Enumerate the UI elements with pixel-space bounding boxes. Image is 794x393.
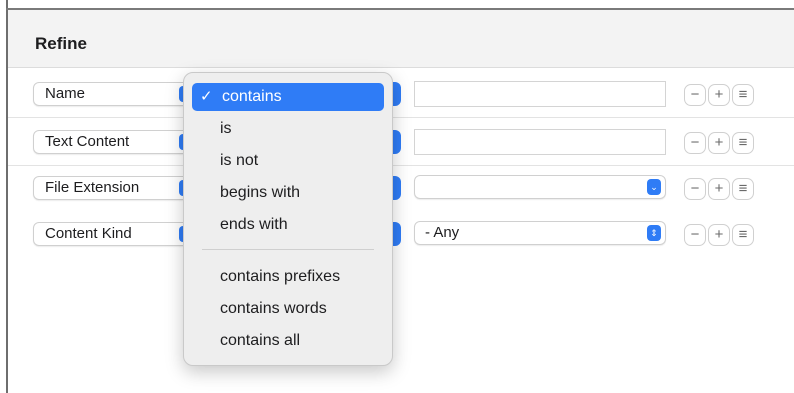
menu-item-label: is not bbox=[220, 152, 259, 169]
value-select-label: - Any bbox=[425, 224, 460, 241]
field-popup-file-extension[interactable]: File Extension ⇕ bbox=[33, 176, 198, 200]
menu-item-label: contains words bbox=[220, 300, 327, 317]
refine-header: Refine bbox=[8, 10, 794, 68]
remove-row-button[interactable]: − bbox=[684, 132, 706, 154]
add-row-button[interactable]: + bbox=[708, 178, 730, 200]
menu-item-is-not[interactable]: is not bbox=[192, 147, 384, 175]
criteria-row: Name ⇕ − + ≡ bbox=[8, 70, 794, 118]
row-options-button[interactable]: ≡ bbox=[732, 224, 754, 246]
menu-item-contains-prefixes[interactable]: contains prefixes bbox=[192, 263, 384, 291]
criteria-row: Text Content ⇕ − + ≡ bbox=[8, 118, 794, 166]
row-options-button[interactable]: ≡ bbox=[732, 178, 754, 200]
menu-item-label: begins with bbox=[220, 184, 301, 201]
field-popup-name[interactable]: Name ⇕ bbox=[33, 82, 198, 106]
menu-item-label: contains prefixes bbox=[220, 268, 341, 285]
menu-item-contains-all[interactable]: contains all bbox=[192, 327, 384, 355]
value-field-name[interactable] bbox=[414, 81, 666, 107]
menu-item-label: contains all bbox=[220, 332, 301, 349]
operator-dropdown-menu: ✓ contains is is not begins with ends wi… bbox=[183, 72, 393, 366]
value-field-text-content[interactable] bbox=[414, 129, 666, 155]
updown-chevron-icon: ⇕ bbox=[647, 225, 661, 241]
row-options-button[interactable]: ≡ bbox=[732, 84, 754, 106]
criteria-row: File Extension ⇕ ⌄ − + ≡ bbox=[8, 166, 794, 214]
row-options-button[interactable]: ≡ bbox=[732, 132, 754, 154]
menu-item-is[interactable]: is bbox=[192, 115, 384, 143]
field-popup-text-content[interactable]: Text Content ⇕ bbox=[33, 130, 198, 154]
remove-row-button[interactable]: − bbox=[684, 224, 706, 246]
add-row-button[interactable]: + bbox=[708, 132, 730, 154]
field-popup-label: Content Kind bbox=[45, 225, 132, 242]
menu-item-begins-with[interactable]: begins with bbox=[192, 179, 384, 207]
value-select-content-kind[interactable]: - Any ⇕ bbox=[414, 221, 666, 245]
menu-item-ends-with[interactable]: ends with bbox=[192, 211, 384, 239]
page-title: Refine bbox=[35, 34, 87, 53]
value-select-file-extension[interactable]: ⌄ bbox=[414, 175, 666, 199]
field-popup-content-kind[interactable]: Content Kind ⇕ bbox=[33, 222, 198, 246]
menu-item-contains[interactable]: ✓ contains bbox=[192, 83, 384, 111]
add-row-button[interactable]: + bbox=[708, 224, 730, 246]
criteria-row: Content Kind ⇕ - Any ⇕ − + ≡ bbox=[8, 210, 794, 257]
menu-item-contains-words[interactable]: contains words bbox=[192, 295, 384, 323]
menu-separator bbox=[202, 249, 374, 250]
menu-item-label: is bbox=[220, 120, 232, 137]
field-popup-label: Name bbox=[45, 85, 86, 102]
checkmark-icon: ✓ bbox=[200, 88, 213, 105]
remove-row-button[interactable]: − bbox=[684, 84, 706, 106]
menu-item-label: contains bbox=[222, 88, 282, 105]
field-popup-label: Text Content bbox=[45, 133, 130, 150]
chevron-down-icon: ⌄ bbox=[647, 179, 661, 195]
menu-item-label: ends with bbox=[220, 216, 288, 233]
add-row-button[interactable]: + bbox=[708, 84, 730, 106]
remove-row-button[interactable]: − bbox=[684, 178, 706, 200]
field-popup-label: File Extension bbox=[45, 179, 140, 196]
